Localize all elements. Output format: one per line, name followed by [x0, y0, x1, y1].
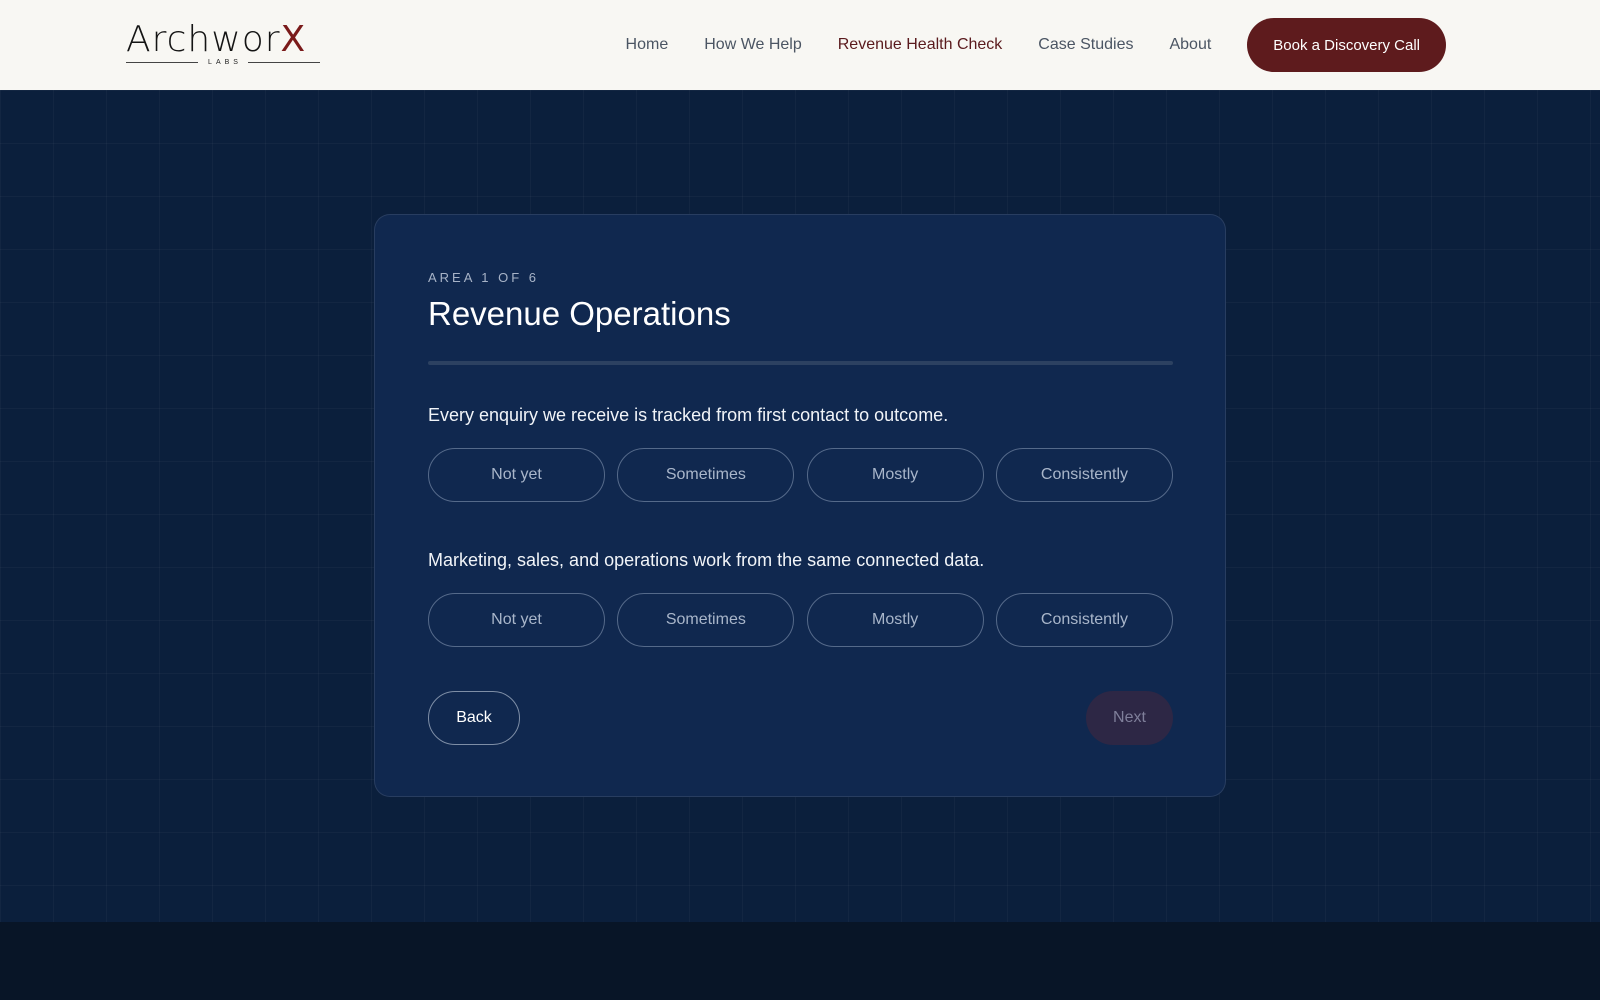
area-title: Revenue Operations	[428, 295, 731, 332]
q1-option-consistently[interactable]: Consistently	[995, 448, 1173, 502]
nav-how-we-help[interactable]: How We Help	[704, 36, 802, 54]
back-button[interactable]: Back	[428, 691, 520, 745]
next-button[interactable]: Next	[1086, 691, 1173, 745]
question-1-text: Every enquiry we receive is tracked from…	[428, 405, 949, 425]
logo-wordmark: ArchworX	[126, 20, 330, 60]
question-2-text: Marketing, sales, and operations work fr…	[428, 550, 985, 570]
q2-option-consistently[interactable]: Consistently	[995, 593, 1173, 647]
progress-bar	[428, 361, 1173, 365]
q2-option-not-yet[interactable]: Not yet	[428, 593, 605, 647]
logo-subline: LABS	[126, 57, 320, 67]
nav-home[interactable]: Home	[626, 36, 669, 54]
nav-about[interactable]: About	[1169, 36, 1211, 54]
q2-option-mostly[interactable]: Mostly	[806, 593, 984, 647]
logo-sub-text: LABS	[208, 58, 242, 66]
book-discovery-call-button[interactable]: Book a Discovery Call	[1247, 18, 1446, 72]
nav-revenue-health-check[interactable]: Revenue Health Check	[838, 36, 1003, 54]
logo-word-accent: X	[280, 19, 307, 60]
assessment-card: AREA 1 OF 6 Revenue Operations Every enq…	[374, 214, 1226, 797]
area-step-label: AREA 1 OF 6	[428, 270, 540, 285]
logo-word-main: Archwor	[126, 19, 281, 60]
nav-case-studies[interactable]: Case Studies	[1038, 36, 1133, 54]
q1-option-sometimes[interactable]: Sometimes	[617, 448, 795, 502]
q1-option-not-yet[interactable]: Not yet	[428, 448, 605, 502]
logo-rule-right	[247, 61, 320, 63]
q2-option-sometimes[interactable]: Sometimes	[617, 593, 795, 647]
archworx-labs-logo[interactable]: ArchworX LABS	[126, 20, 330, 66]
site-header: ArchworX LABS Home How We Help Revenue H…	[0, 0, 1600, 90]
question-1-options: Not yet Sometimes Mostly Consistently	[428, 448, 1173, 502]
main-nav: Home How We Help Revenue Health Check Ca…	[626, 0, 1446, 90]
logo-rule-left	[126, 61, 199, 63]
q1-option-mostly[interactable]: Mostly	[806, 448, 984, 502]
footer-strip	[0, 922, 1600, 1000]
question-2-options: Not yet Sometimes Mostly Consistently	[428, 593, 1173, 647]
